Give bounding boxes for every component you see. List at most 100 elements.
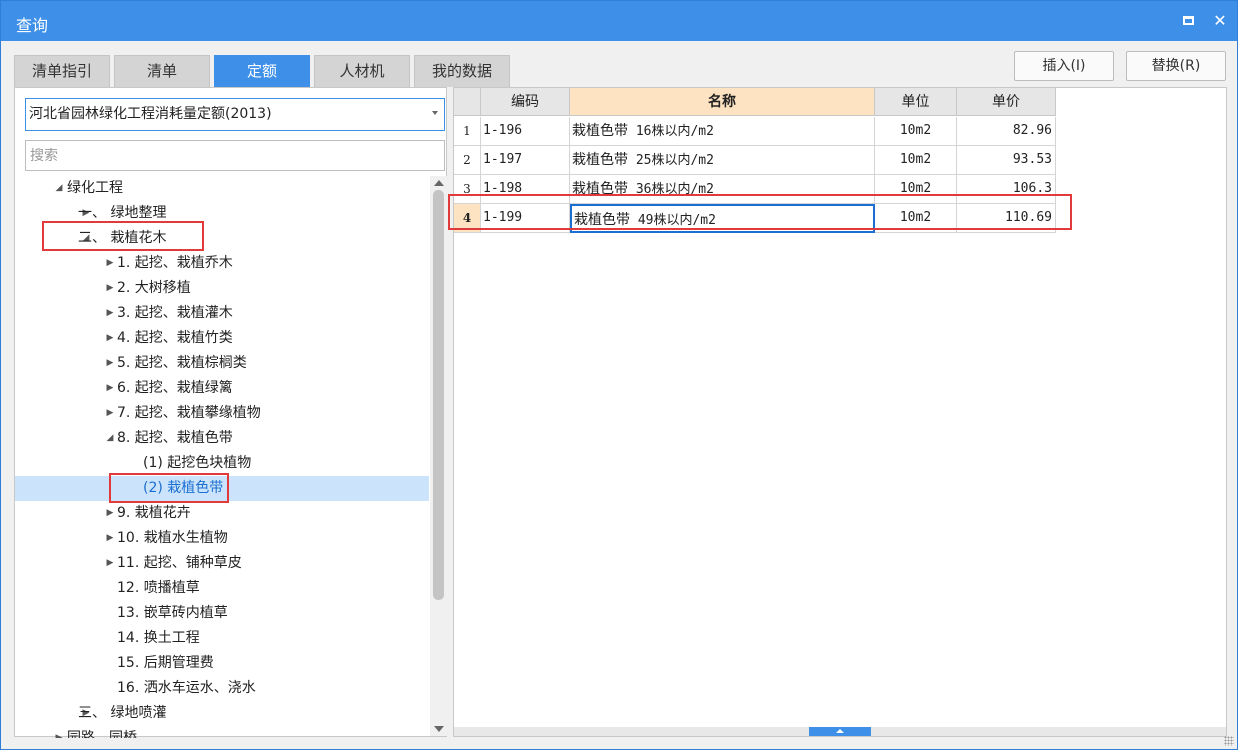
scroll-down-icon[interactable]: [434, 726, 444, 732]
resize-grip[interactable]: [1224, 736, 1234, 746]
column-header-price[interactable]: 单价: [957, 88, 1056, 116]
tree-item[interactable]: ▶ 4. 起挖、栽植竹类: [15, 326, 429, 351]
tree-item-label: 9. 栽植花卉: [117, 505, 191, 521]
tree-item[interactable]: ▶ 2. 大树移植: [15, 276, 429, 301]
tree-item[interactable]: ▶ 园路、园桥: [15, 726, 429, 738]
expand-arrow-icon[interactable]: ◢: [104, 426, 116, 451]
tree-item[interactable]: ▶ 7. 起挖、栽植攀缘植物: [15, 401, 429, 426]
tree-item-label: 三、 绿地喷灌: [78, 705, 167, 721]
tree-item[interactable]: ▶ 9. 栽植花卉: [15, 501, 429, 526]
window-title: 查询: [16, 16, 49, 35]
scroll-up-icon[interactable]: [434, 180, 444, 186]
table-horizontal-scrollbar[interactable]: [454, 727, 1226, 736]
column-header-code[interactable]: 编码: [481, 88, 570, 116]
unit-cell[interactable]: 10m2: [875, 175, 957, 204]
tree-item[interactable]: ▶ 3. 起挖、栽植灌木: [15, 301, 429, 326]
tree-item[interactable]: ▶ 三、 绿地喷灌: [15, 701, 429, 726]
quota-library-select[interactable]: 河北省园林绿化工程消耗量定额(2013): [25, 98, 445, 131]
tree-item[interactable]: (2) 栽植色带: [15, 476, 429, 501]
quota-table-panel: 编码 名称 单位 单价 1 1-196 栽植色带 16株以内/m2 10m2 82.96…: [453, 87, 1227, 737]
collapse-arrow-icon[interactable]: ▶: [104, 551, 116, 576]
tree-item[interactable]: ▶ 5. 起挖、栽植棕榈类: [15, 351, 429, 376]
tree-item-label: 6. 起挖、栽植绿篱: [117, 380, 233, 396]
unit-cell[interactable]: 10m2: [875, 117, 957, 146]
quota-tree-panel: 河北省园林绿化工程消耗量定额(2013) ◢绿化工程▶一、 绿地整理◢二、 栽植…: [14, 87, 447, 738]
code-cell[interactable]: 1-198: [481, 175, 570, 204]
tab-quota[interactable]: 定额: [214, 55, 310, 87]
search-input[interactable]: [25, 140, 445, 171]
tab-my-data[interactable]: 我的数据: [414, 55, 510, 87]
tree-item[interactable]: 13. 嵌草砖内植草: [15, 601, 429, 626]
row-number-header[interactable]: [454, 88, 481, 116]
name-cell[interactable]: 栽植色带 25株以内/m2: [570, 146, 875, 175]
tree-item[interactable]: ▶ 一、 绿地整理: [15, 201, 429, 226]
price-cell[interactable]: 82.96: [957, 117, 1056, 146]
row-number[interactable]: 3: [454, 175, 481, 204]
collapse-arrow-icon[interactable]: ▶: [104, 351, 116, 376]
tab-bill[interactable]: 清单: [114, 55, 210, 87]
code-cell[interactable]: 1-199: [481, 204, 570, 233]
collapse-arrow-icon[interactable]: ▶: [104, 376, 116, 401]
collapse-arrow-icon[interactable]: ▶: [104, 276, 116, 301]
close-button[interactable]: ✕: [1209, 10, 1231, 32]
unit-cell[interactable]: 10m2: [875, 204, 957, 233]
tree-item[interactable]: ▶ 6. 起挖、栽植绿篱: [15, 376, 429, 401]
collapse-arrow-icon[interactable]: ▶: [53, 726, 65, 738]
tree-item-label: 1. 起挖、栽植乔木: [117, 255, 233, 271]
tree-item[interactable]: ◢ 8. 起挖、栽植色带: [15, 426, 429, 451]
name-text: 栽植色带: [572, 152, 628, 168]
price-cell[interactable]: 93.53: [957, 146, 1056, 175]
name-text: 栽植色带: [572, 181, 628, 197]
insert-button[interactable]: 插入(I): [1014, 51, 1114, 81]
tree-item[interactable]: (1) 起挖色块植物: [15, 451, 429, 476]
row-number[interactable]: 1: [454, 117, 481, 146]
query-window: 查询 ✕ 清单指引 清单 定额 人材机 我的数据 插入(I) 替换(R) 河北省…: [0, 0, 1238, 750]
tree-item-label: 园路、园桥: [67, 730, 137, 738]
scroll-thumb[interactable]: [433, 190, 444, 600]
collapse-arrow-icon[interactable]: ▶: [104, 326, 116, 351]
collapse-arrow-icon[interactable]: ▶: [104, 526, 116, 551]
tree-item[interactable]: ◢ 二、 栽植花木: [15, 226, 429, 251]
tree-item-label: 二、 栽植花木: [78, 230, 167, 246]
tree-item[interactable]: 14. 换土工程: [15, 626, 429, 651]
name-spec: 49株以内/m2: [630, 213, 716, 228]
collapse-arrow-icon[interactable]: ▶: [104, 301, 116, 326]
tree-item-label: 12. 喷播植草: [117, 580, 200, 596]
price-cell[interactable]: 110.69: [957, 204, 1056, 233]
tree-item[interactable]: ▶ 11. 起挖、铺种草皮: [15, 551, 429, 576]
column-header-name[interactable]: 名称: [570, 88, 875, 116]
tree-item[interactable]: 15. 后期管理费: [15, 651, 429, 676]
tree-item[interactable]: ▶ 10. 栽植水生植物: [15, 526, 429, 551]
code-cell[interactable]: 1-196: [481, 117, 570, 146]
chevron-down-icon: [432, 111, 438, 115]
tree-item[interactable]: ◢ 绿化工程: [15, 176, 429, 201]
row-number[interactable]: 2: [454, 146, 481, 175]
code-cell[interactable]: 1-197: [481, 146, 570, 175]
tab-labor-material-machine[interactable]: 人材机: [314, 55, 410, 87]
tree-item[interactable]: 12. 喷播植草: [15, 576, 429, 601]
row-number[interactable]: 4: [454, 204, 481, 233]
column-header-unit[interactable]: 单位: [875, 88, 957, 116]
collapse-arrow-icon[interactable]: ▶: [104, 401, 116, 426]
name-spec: 36株以内/m2: [628, 182, 714, 197]
collapse-arrow-icon[interactable]: ▶: [104, 251, 116, 276]
tree-item-label: 5. 起挖、栽植棕榈类: [117, 355, 247, 371]
scroll-grip[interactable]: [809, 727, 871, 736]
tree-item[interactable]: ▶ 1. 起挖、栽植乔木: [15, 251, 429, 276]
tree-item-label: 4. 起挖、栽植竹类: [117, 330, 233, 346]
replace-button[interactable]: 替换(R): [1126, 51, 1226, 81]
maximize-button[interactable]: [1177, 10, 1199, 32]
name-cell[interactable]: 栽植色带 49株以内/m2: [570, 204, 875, 233]
price-cell[interactable]: 106.3: [957, 175, 1056, 204]
name-cell[interactable]: 栽植色带 36株以内/m2: [570, 175, 875, 204]
expand-arrow-icon[interactable]: ◢: [53, 176, 65, 201]
name-cell[interactable]: 栽植色带 16株以内/m2: [570, 117, 875, 146]
tree-item-label: 14. 换土工程: [117, 630, 200, 646]
tree-item-label: 绿化工程: [67, 180, 123, 196]
tree-item[interactable]: 16. 洒水车运水、浇水: [15, 676, 429, 701]
tab-bill-guide[interactable]: 清单指引: [14, 55, 110, 87]
unit-cell[interactable]: 10m2: [875, 146, 957, 175]
tree-item-label: (1) 起挖色块植物: [143, 455, 252, 471]
tree-scrollbar[interactable]: [430, 176, 447, 736]
collapse-arrow-icon[interactable]: ▶: [104, 501, 116, 526]
